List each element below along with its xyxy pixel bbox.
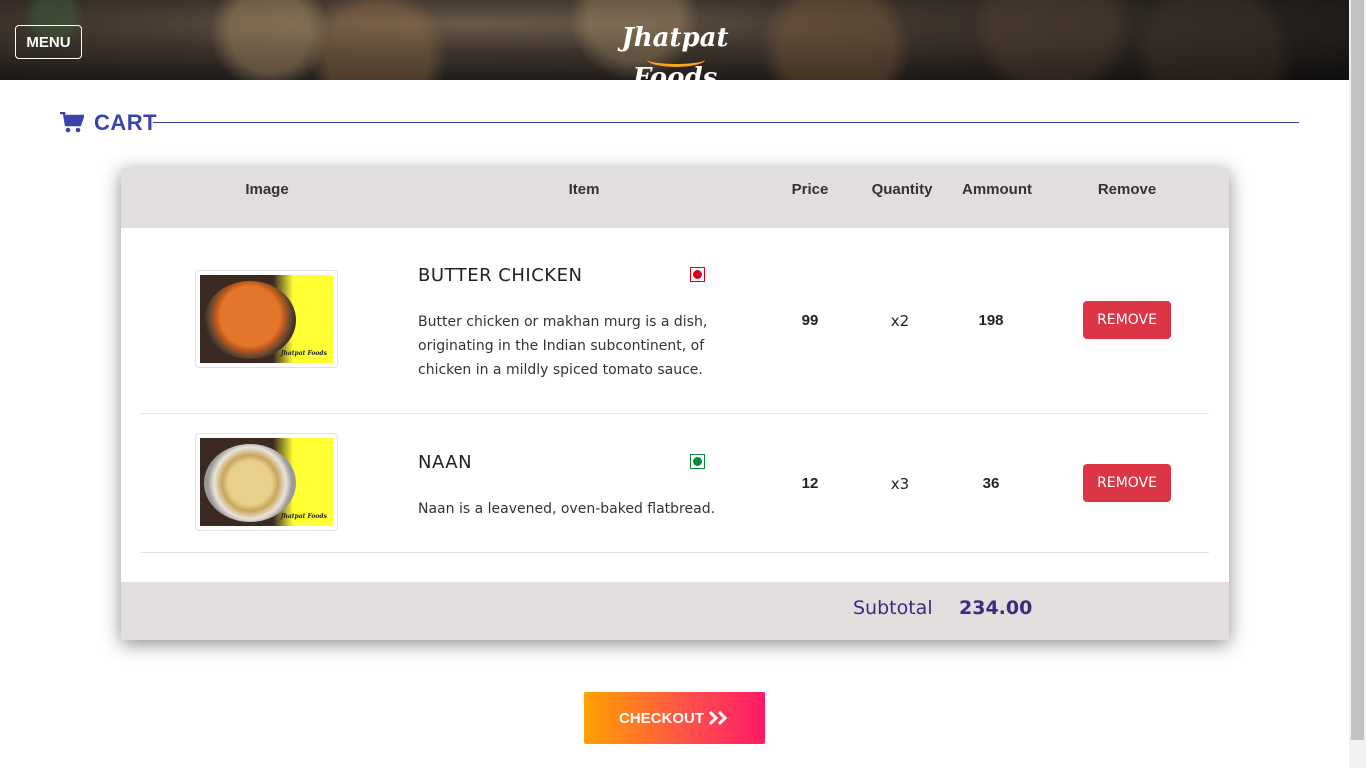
shopping-cart-icon xyxy=(60,112,84,133)
butter-chicken-photo: Jhatpat Foods xyxy=(200,275,333,363)
item-name: NAAN xyxy=(418,452,473,473)
cart-heading: CART xyxy=(60,110,157,136)
item-price: 99 xyxy=(801,312,819,329)
column-header-amount: Ammount xyxy=(962,181,1032,198)
item-amount: 198 xyxy=(978,312,1004,329)
item-description: Naan is a leavened, oven-baked flatbread… xyxy=(418,501,716,517)
checkout-button[interactable]: CHECKOUT xyxy=(584,692,765,744)
table-footer: Subtotal 234.00 xyxy=(121,582,1229,640)
column-header-quantity: Quantity xyxy=(871,181,933,198)
table-header: Image Item Price Quantity Ammount Remove xyxy=(121,168,1229,228)
column-header-price: Price xyxy=(791,181,829,198)
item-amount: 36 xyxy=(982,475,1000,492)
table-row: Jhatpat Foods NAAN Naan is a leavened, o… xyxy=(141,413,1209,553)
scrollbar-thumb[interactable] xyxy=(1351,0,1364,740)
item-price: 12 xyxy=(801,475,819,492)
item-image: Jhatpat Foods xyxy=(195,433,338,531)
veg-icon xyxy=(690,454,705,469)
non-veg-icon xyxy=(690,267,705,282)
column-header-item: Item xyxy=(568,181,600,198)
page-scrollbar[interactable] xyxy=(1349,0,1366,768)
dish-bowl xyxy=(204,281,296,359)
checkout-label: CHECKOUT xyxy=(619,709,704,727)
cart-title: CART xyxy=(94,110,158,135)
table-row: Jhatpat Foods BUTTER CHICKEN Butter chic… xyxy=(141,228,1209,414)
logo-swoosh xyxy=(647,52,705,67)
item-image: Jhatpat Foods xyxy=(195,270,338,368)
subtotal-label: Subtotal xyxy=(853,597,933,619)
item-quantity: x2 xyxy=(890,312,910,330)
double-chevron-right-icon xyxy=(708,710,728,726)
item-quantity: x3 xyxy=(890,475,910,493)
cart-table: Image Item Price Quantity Ammount Remove… xyxy=(121,168,1229,640)
remove-button[interactable]: REMOVE xyxy=(1083,464,1171,502)
item-description: Butter chicken or makhan murg is a dish,… xyxy=(418,314,708,378)
image-brand-watermark: Jhatpat Foods xyxy=(280,350,327,357)
non-veg-dot xyxy=(693,270,702,279)
column-header-image: Image xyxy=(245,181,289,198)
remove-button[interactable]: REMOVE xyxy=(1083,301,1171,339)
veg-dot xyxy=(693,457,702,466)
image-brand-watermark: Jhatpat Foods xyxy=(280,513,327,520)
dish-plate xyxy=(204,444,296,522)
naan-photo: Jhatpat Foods xyxy=(200,438,333,526)
menu-button[interactable]: MENU xyxy=(15,25,82,59)
subtotal-value: 234.00 xyxy=(959,597,1033,619)
cart-divider xyxy=(153,122,1299,123)
column-header-remove: Remove xyxy=(1097,181,1157,198)
item-name: BUTTER CHICKEN xyxy=(418,265,583,286)
